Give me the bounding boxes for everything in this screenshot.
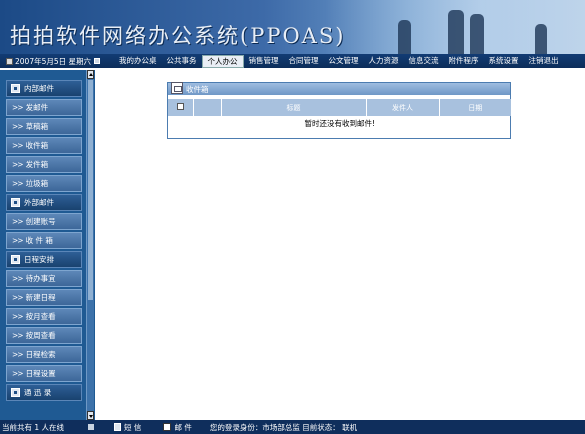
mail-label: 邮 件 [174,422,192,432]
menu-personal-office[interactable]: 个人办公 [201,54,244,68]
double-arrow-icon: >> [12,160,24,169]
scroll-thumb[interactable] [88,80,93,300]
inbox-header: 收件箱 [168,82,510,95]
double-arrow-icon: >> [12,312,24,321]
folder-icon [11,388,20,397]
empty-message: 暂时还没有收到邮件! [304,118,375,128]
sms-label: 短 信 [124,422,142,432]
double-arrow-icon: >> [12,350,24,359]
folder-icon [11,84,20,93]
menu-info-exchange[interactable]: 信息交流 [404,55,444,68]
sidebar-item-outbox[interactable]: >> 发件箱 [6,156,82,173]
double-arrow-icon: >> [12,141,24,150]
double-arrow-icon: >> [12,236,24,245]
folder-icon [11,198,20,207]
blank-column-header [193,99,222,116]
select-all-cell [168,99,194,116]
menu-hr[interactable]: 人力资源 [364,55,404,68]
section-internal-mail[interactable]: 内部邮件 [6,80,82,97]
mail-button[interactable]: 邮 件 [163,422,192,433]
date-text: 2007年5月5日 星期六 [15,56,92,66]
inbox-title: 收件箱 [186,84,209,94]
column-date[interactable]: 日期 [439,99,512,116]
silhouette-figure [448,10,464,54]
double-arrow-icon: >> [12,217,24,226]
sidebar-item-schedule-settings[interactable]: >> 日程设置 [6,365,82,382]
sidebar-scrollbar[interactable] [86,70,94,420]
app-banner: 拍拍软件网络办公系统(PPOAS) [0,0,585,54]
double-arrow-icon: >> [12,179,24,188]
sidebar-item-view-week[interactable]: >> 按周查看 [6,327,82,344]
main-menu: 我的办公桌 公共事务 个人办公 销售管理 合同管理 公文管理 人力资源 信息交流… [114,54,564,68]
section-schedule[interactable]: 日程安排 [6,251,82,268]
double-arrow-icon: >> [12,369,24,378]
app-title: 拍拍软件网络办公系统(PPOAS) [10,24,346,48]
sidebar-item-trash[interactable]: >> 垃圾箱 [6,175,82,192]
double-arrow-icon: >> [12,103,24,112]
sidebar-item-send-mail[interactable]: >> 发邮件 [6,99,82,116]
mail-icon [163,423,172,431]
double-arrow-icon: >> [12,122,24,131]
column-title[interactable]: 标题 [221,99,367,116]
select-all-checkbox[interactable] [176,103,184,110]
section-address-book[interactable]: 通 迅 录 [6,384,82,401]
sidebar-item-view-month[interactable]: >> 按月查看 [6,308,82,325]
sidebar-item-schedule-search[interactable]: >> 日程检索 [6,346,82,363]
sidebar-item-create-account[interactable]: >> 创建账号 [6,213,82,230]
inbox-panel: 收件箱 标题 发件人 日期 暂时还没有收到邮件! [167,82,512,139]
column-sender[interactable]: 发件人 [366,99,440,116]
sidebar-item-external-inbox[interactable]: >> 收 件 箱 [6,232,82,249]
status-bar: 当前共有 1 人在线 短 信 邮 件 您的登录身份：市场部总监 目前状态： 联机 [0,420,585,434]
sms-button[interactable]: 短 信 [114,422,141,433]
silhouette-figure [535,24,547,54]
silhouette-figure [470,14,484,54]
menu-my-desk[interactable]: 我的办公桌 [114,55,162,68]
sidebar-item-inbox[interactable]: >> 收件箱 [6,137,82,154]
silhouette-figure [398,20,411,54]
online-count: 当前共有 1 人在线 [2,422,65,432]
inbox-table: 标题 发件人 日期 暂时还没有收到邮件! [168,99,512,130]
top-menubar: 2007年5月5日 星期六 我的办公桌 公共事务 个人办公 销售管理 合同管理 … [0,54,585,68]
menu-addons[interactable]: 附件程序 [444,55,484,68]
sms-icon [114,423,122,431]
calendar-icon [6,57,13,65]
double-arrow-icon: >> [12,293,24,302]
menu-logout[interactable]: 注销退出 [524,55,564,68]
menu-public-affairs[interactable]: 公共事务 [162,55,202,68]
menu-documents[interactable]: 公文管理 [324,55,364,68]
sidebar-item-new-schedule[interactable]: >> 新建日程 [6,289,82,306]
sidebar: 内部邮件 >> 发邮件 >> 草稿箱 >> 收件箱 >> 发件箱 >> 垃圾箱 外部邮件 … [0,70,95,420]
sidebar-item-drafts[interactable]: >> 草稿箱 [6,118,82,135]
double-arrow-icon: >> [12,331,24,340]
scroll-down-icon[interactable] [87,411,94,420]
sidebar-list: 内部邮件 >> 发邮件 >> 草稿箱 >> 收件箱 >> 发件箱 >> 垃圾箱 外部邮件 … [6,80,82,403]
empty-row: 暂时还没有收到邮件! [168,116,512,130]
mail-icon [171,82,183,94]
collapse-toggle-icon[interactable] [94,58,101,64]
date-display: 2007年5月5日 星期六 [0,56,101,67]
double-arrow-icon: >> [12,274,24,283]
sidebar-item-todo[interactable]: >> 待办事宜 [6,270,82,287]
table-header-row: 标题 发件人 日期 [168,99,512,116]
menu-system-settings[interactable]: 系统设置 [484,55,524,68]
menu-contracts[interactable]: 合同管理 [284,55,324,68]
menu-sales[interactable]: 销售管理 [244,55,284,68]
section-external-mail[interactable]: 外部邮件 [6,194,82,211]
folder-icon [11,255,20,264]
status-square-icon [88,424,95,430]
login-status: 您的登录身份：市场部总监 目前状态： 联机 [209,422,358,432]
scroll-up-icon[interactable] [87,70,94,79]
